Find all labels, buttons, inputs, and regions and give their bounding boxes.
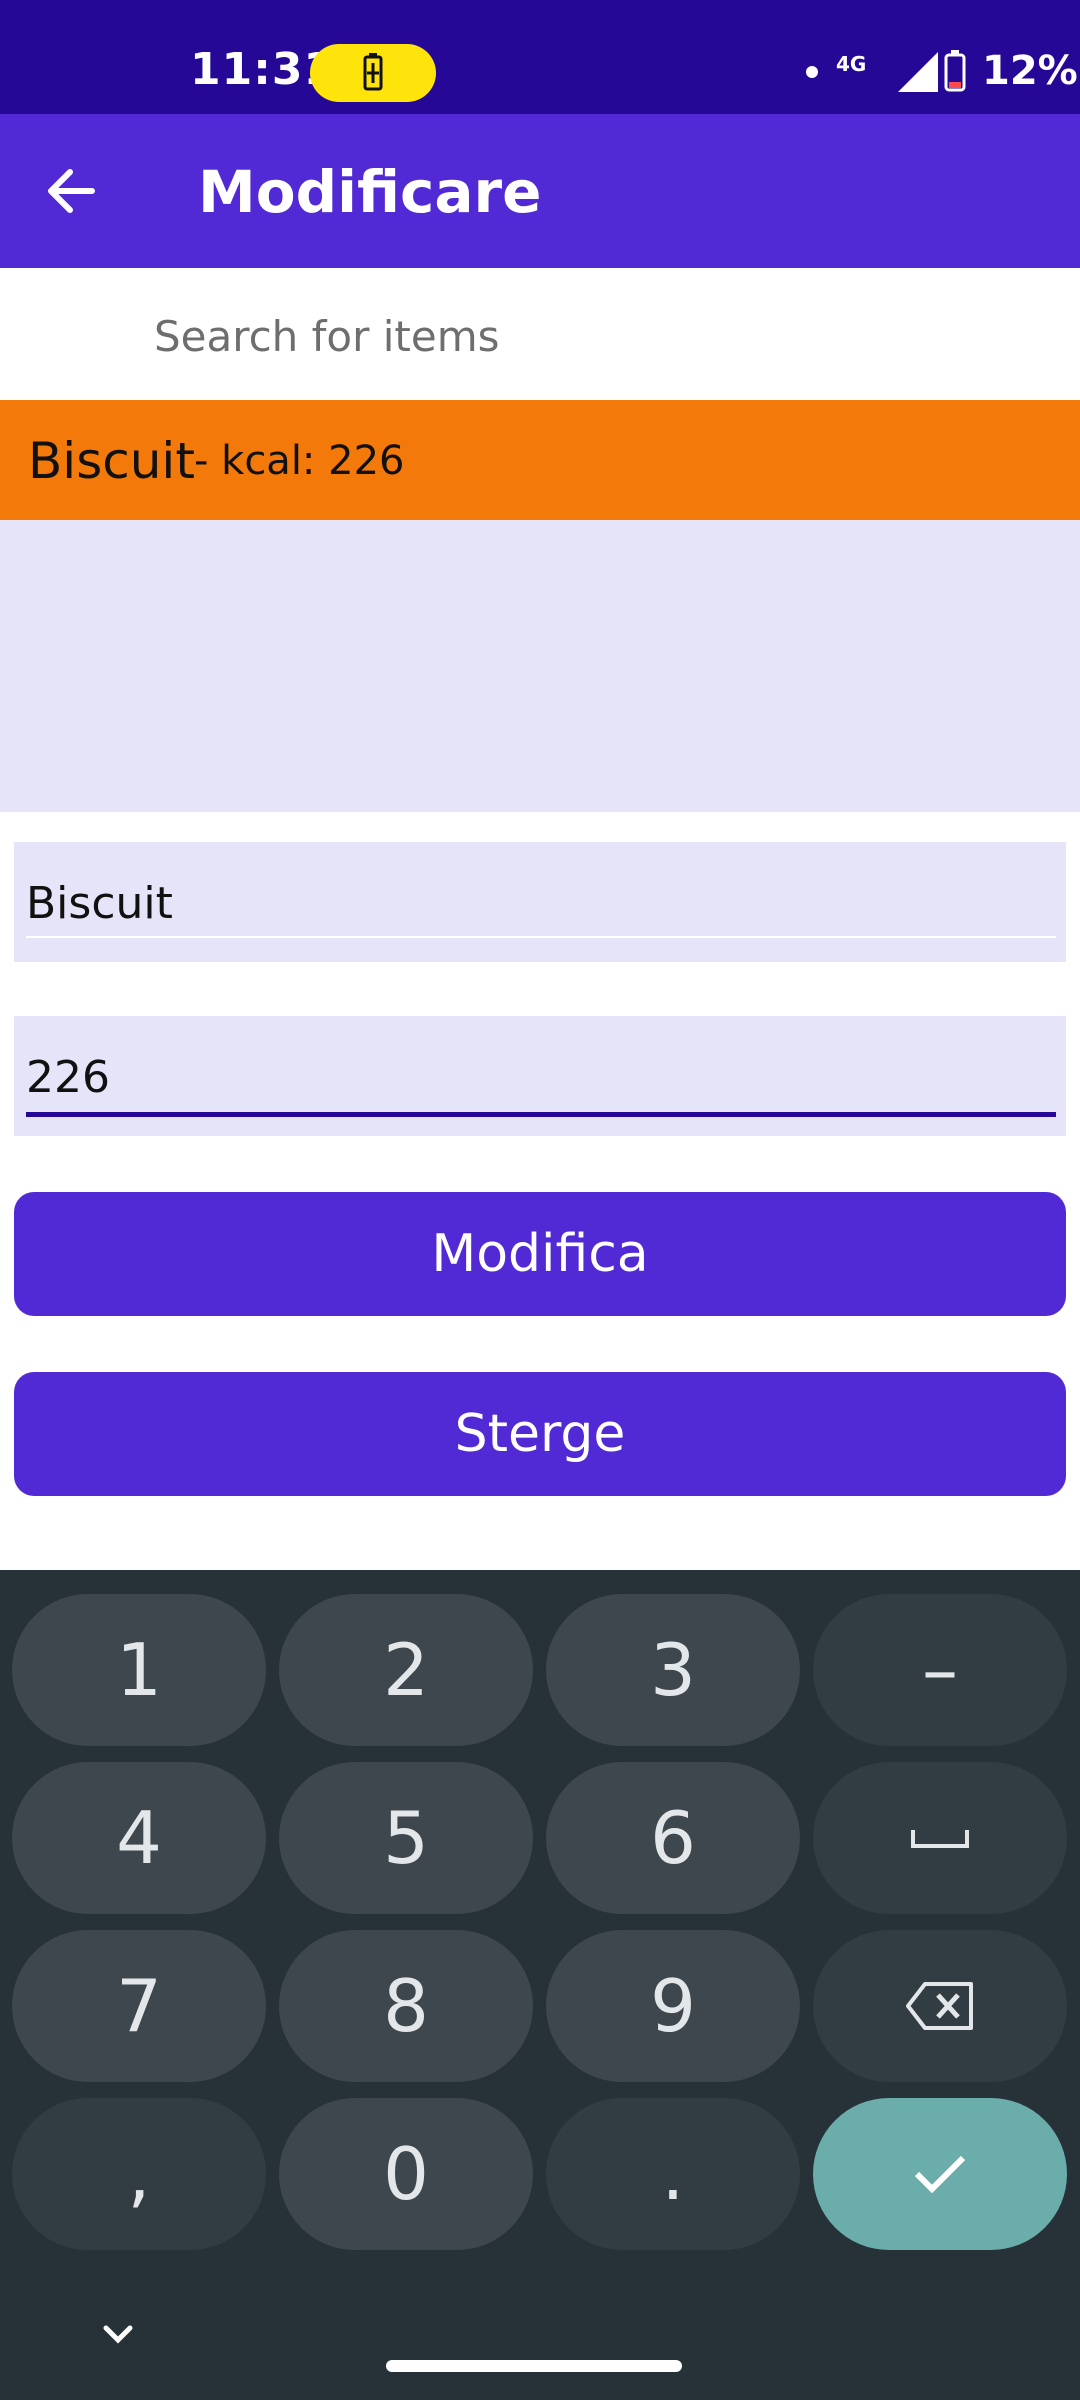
- key-enter[interactable]: [813, 2098, 1067, 2250]
- battery-icon: [944, 50, 966, 92]
- key-1[interactable]: 1: [12, 1594, 266, 1746]
- items-list: Biscuit - kcal: 226: [0, 400, 1080, 812]
- arrow-back-icon: [48, 169, 95, 213]
- battery-charging-icon: [310, 44, 436, 102]
- item-name: Biscuit: [28, 432, 195, 490]
- app-bar: Modificare: [0, 114, 1080, 268]
- delete-button[interactable]: Sterge: [14, 1372, 1066, 1496]
- key-7[interactable]: 7: [12, 1930, 266, 2082]
- key-backspace[interactable]: [813, 1930, 1067, 2082]
- key-minus[interactable]: –: [813, 1594, 1067, 1746]
- name-field-underline: [26, 936, 1056, 938]
- key-9[interactable]: 9: [546, 1930, 800, 2082]
- key-comma[interactable]: ,: [12, 2098, 266, 2250]
- name-input[interactable]: [26, 872, 1046, 934]
- page-title: Modificare: [198, 158, 542, 226]
- key-space[interactable]: [813, 1762, 1067, 1914]
- backspace-icon: [906, 1982, 973, 2030]
- dot-icon: [806, 66, 818, 78]
- key-8[interactable]: 8: [279, 1930, 533, 2082]
- battery-percent: 12%: [982, 48, 1078, 94]
- signal-icon: [898, 52, 938, 92]
- key-3[interactable]: 3: [546, 1594, 800, 1746]
- chevron-down-icon[interactable]: [90, 2316, 146, 2356]
- numeric-keyboard: 1 2 3 – 4 5 6 7 8 9 , 0 .: [0, 1570, 1080, 2400]
- checkmark-icon: [914, 2155, 966, 2194]
- kcal-field-underline: [26, 1112, 1056, 1117]
- home-indicator[interactable]: [386, 2360, 682, 2372]
- key-6[interactable]: 6: [546, 1762, 800, 1914]
- kcal-input[interactable]: [26, 1046, 1046, 1108]
- network-type: 4G: [836, 52, 867, 76]
- key-period[interactable]: .: [546, 2098, 800, 2250]
- search-area: [0, 268, 1080, 400]
- space-icon: [911, 1830, 969, 1848]
- item-kcal: - kcal: 226: [194, 438, 405, 484]
- name-field: [14, 842, 1066, 962]
- status-bar: 11:31 4G 12%: [0, 0, 1080, 114]
- key-4[interactable]: 4: [12, 1762, 266, 1914]
- key-0[interactable]: 0: [279, 2098, 533, 2250]
- key-2[interactable]: 2: [279, 1594, 533, 1746]
- modify-button[interactable]: Modifica: [14, 1192, 1066, 1316]
- search-input[interactable]: [154, 304, 1034, 368]
- app-screen: 11:31 4G 12% Modificare Search for items…: [0, 0, 1080, 2400]
- list-item[interactable]: Biscuit - kcal: 226: [0, 400, 1080, 520]
- kcal-field: [14, 1016, 1066, 1136]
- key-5[interactable]: 5: [279, 1762, 533, 1914]
- back-button[interactable]: [34, 156, 114, 226]
